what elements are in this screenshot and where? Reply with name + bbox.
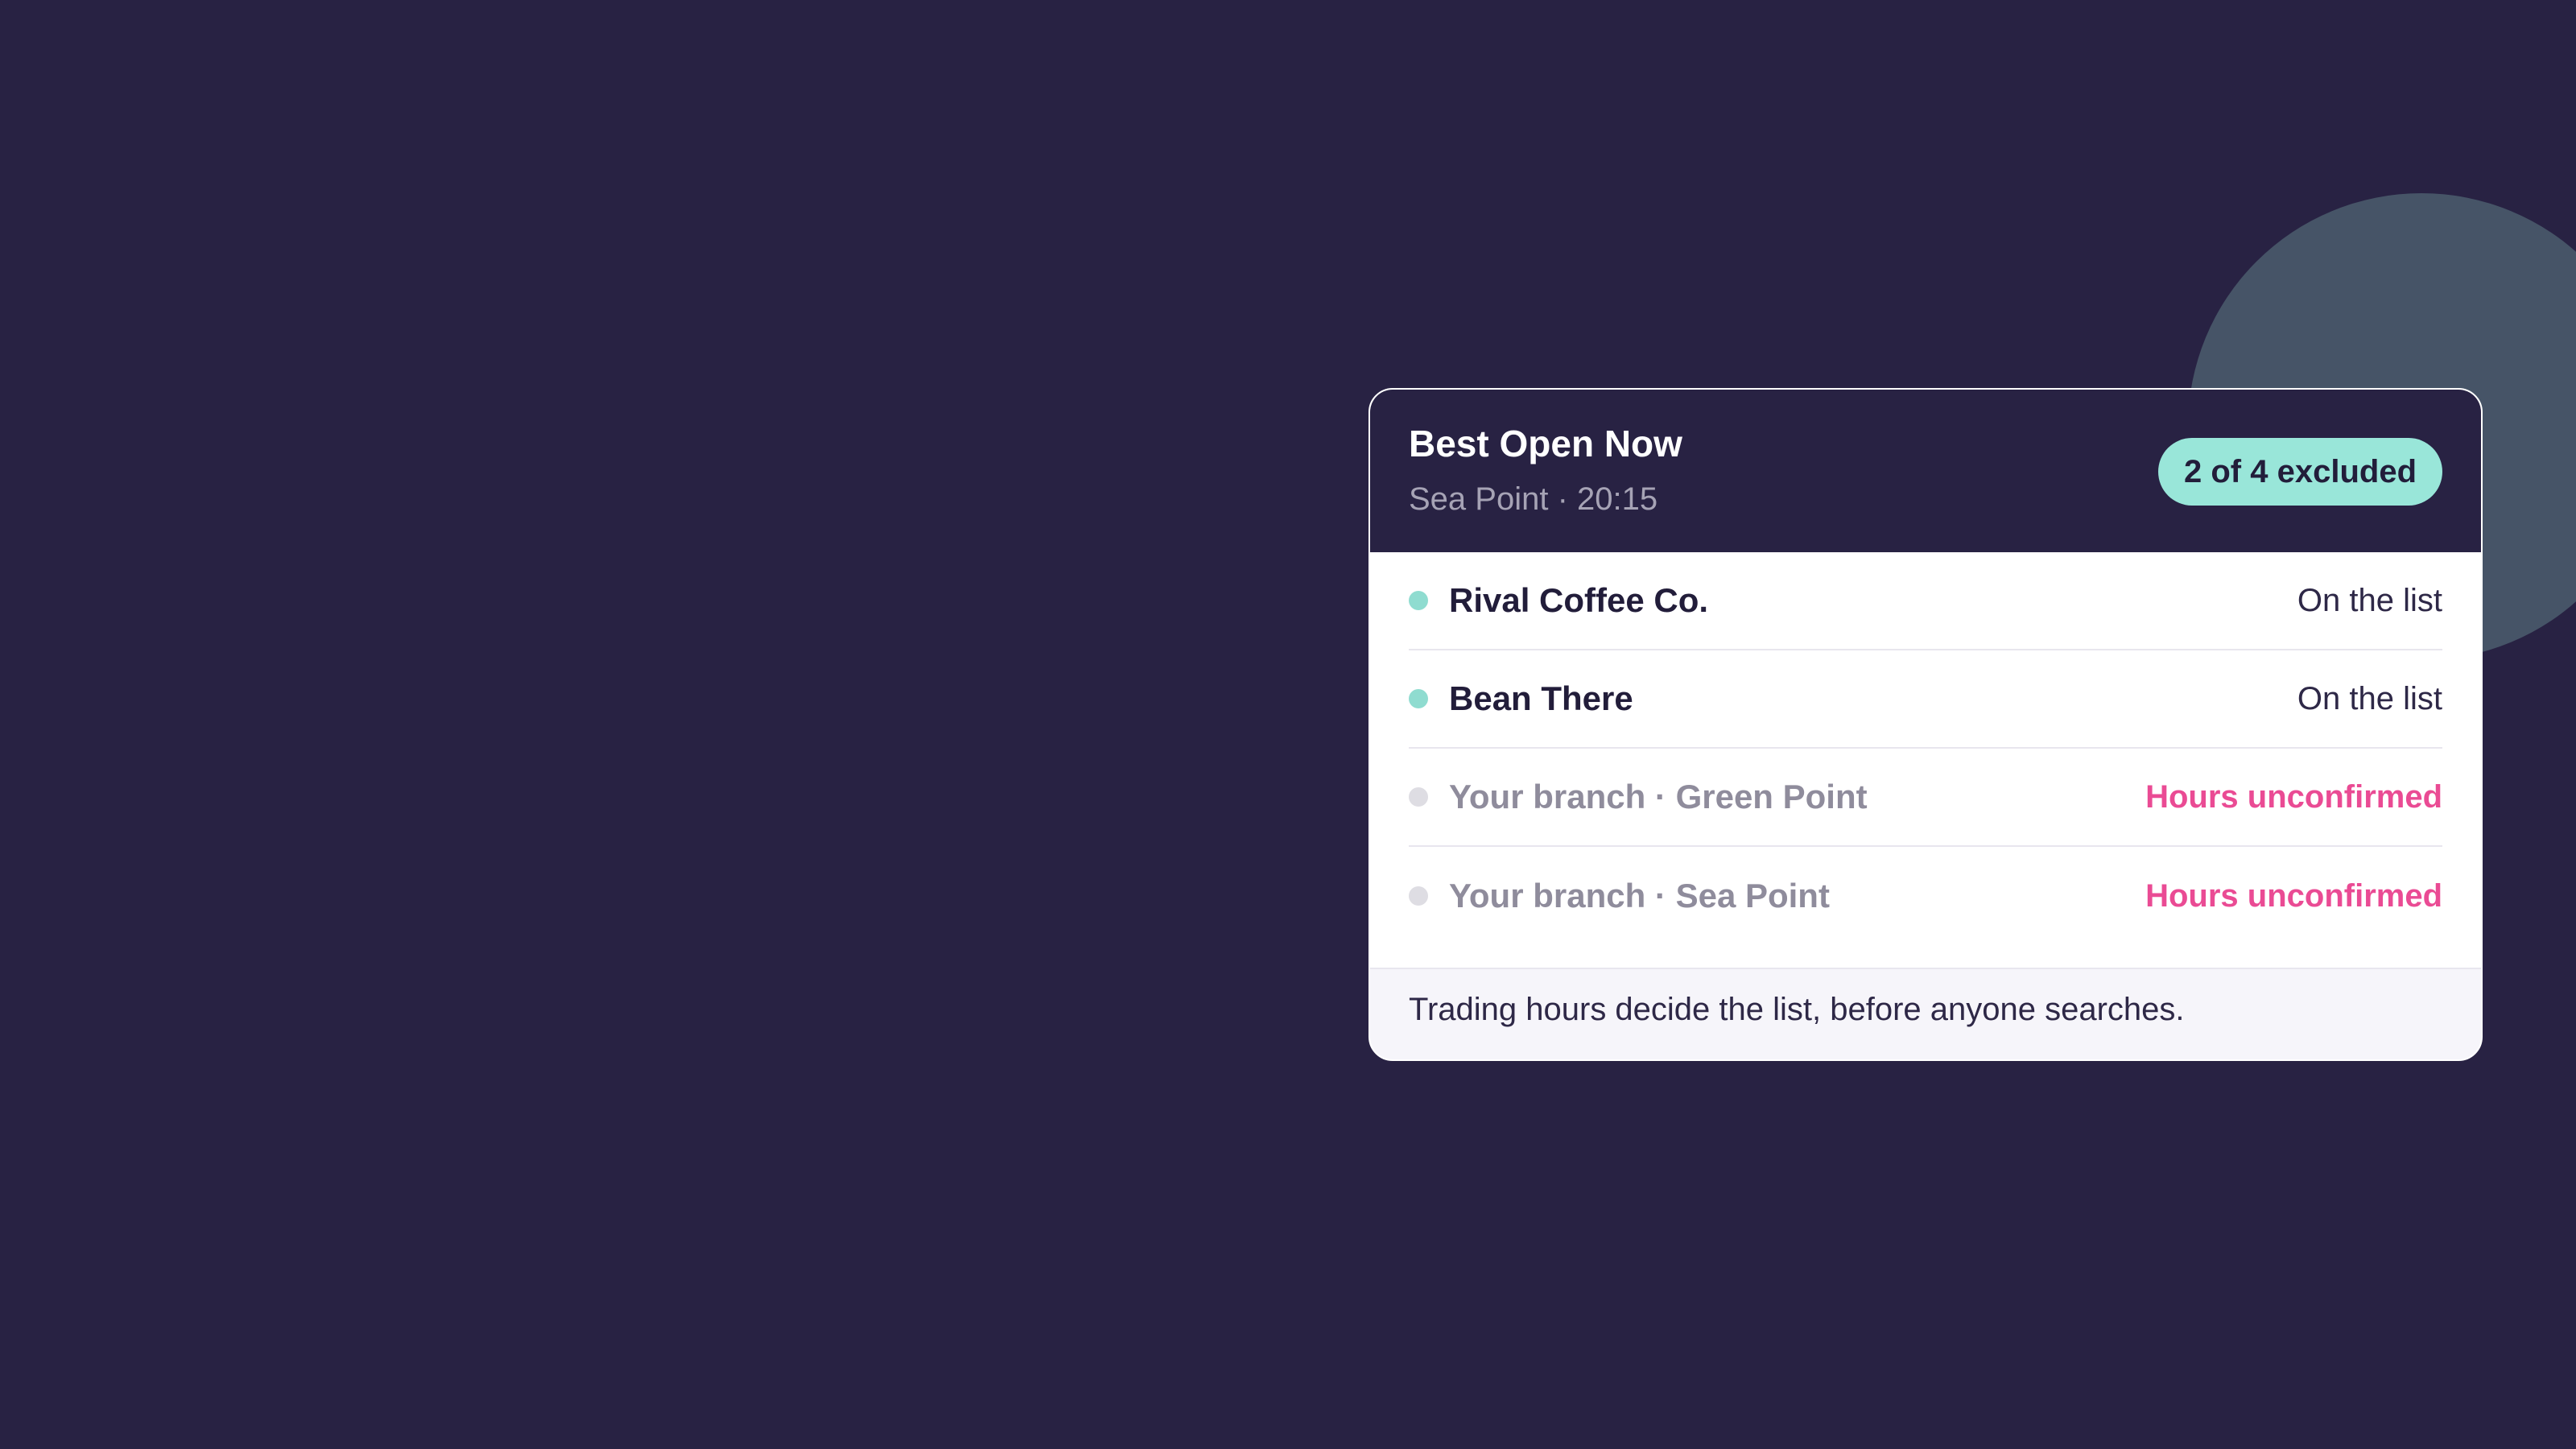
excluded-status-dot bbox=[1409, 787, 1428, 807]
list-item-status: Hours unconfirmed bbox=[2145, 877, 2442, 914]
included-status-dot bbox=[1409, 689, 1428, 708]
list-item[interactable]: Your branch · Sea Point Hours unconfirme… bbox=[1409, 847, 2442, 945]
listing-rows: Rival Coffee Co. On the list Bean There … bbox=[1370, 552, 2481, 971]
list-item-status: On the list bbox=[2297, 680, 2442, 716]
list-item-name: Your branch · Sea Point bbox=[1449, 877, 1830, 914]
list-item-status: On the list bbox=[2297, 582, 2442, 618]
list-item-name: Your branch · Green Point bbox=[1449, 778, 1868, 815]
best-open-now-card: Best Open Now Sea Point · 20:15 2 of 4 e… bbox=[1368, 388, 2483, 1061]
list-item[interactable]: Rival Coffee Co. On the list bbox=[1409, 552, 2442, 650]
excluded-count-badge: 2 of 4 excluded bbox=[2158, 438, 2442, 506]
excluded-status-dot bbox=[1409, 886, 1428, 906]
included-status-dot bbox=[1409, 591, 1428, 610]
card-subtitle: Sea Point · 20:15 bbox=[1409, 481, 1658, 517]
list-item-status: Hours unconfirmed bbox=[2145, 778, 2442, 815]
list-item-name: Bean There bbox=[1449, 679, 1633, 717]
list-item-name: Rival Coffee Co. bbox=[1449, 581, 1709, 619]
list-item[interactable]: Your branch · Green Point Hours unconfir… bbox=[1409, 749, 2442, 847]
card-footer: Trading hours decide the list, before an… bbox=[1370, 968, 2481, 1059]
card-title: Best Open Now bbox=[1409, 423, 1682, 464]
card-header: Best Open Now Sea Point · 20:15 2 of 4 e… bbox=[1370, 390, 2481, 552]
list-item[interactable]: Bean There On the list bbox=[1409, 650, 2442, 749]
footer-note: Trading hours decide the list, before an… bbox=[1409, 992, 2185, 1027]
